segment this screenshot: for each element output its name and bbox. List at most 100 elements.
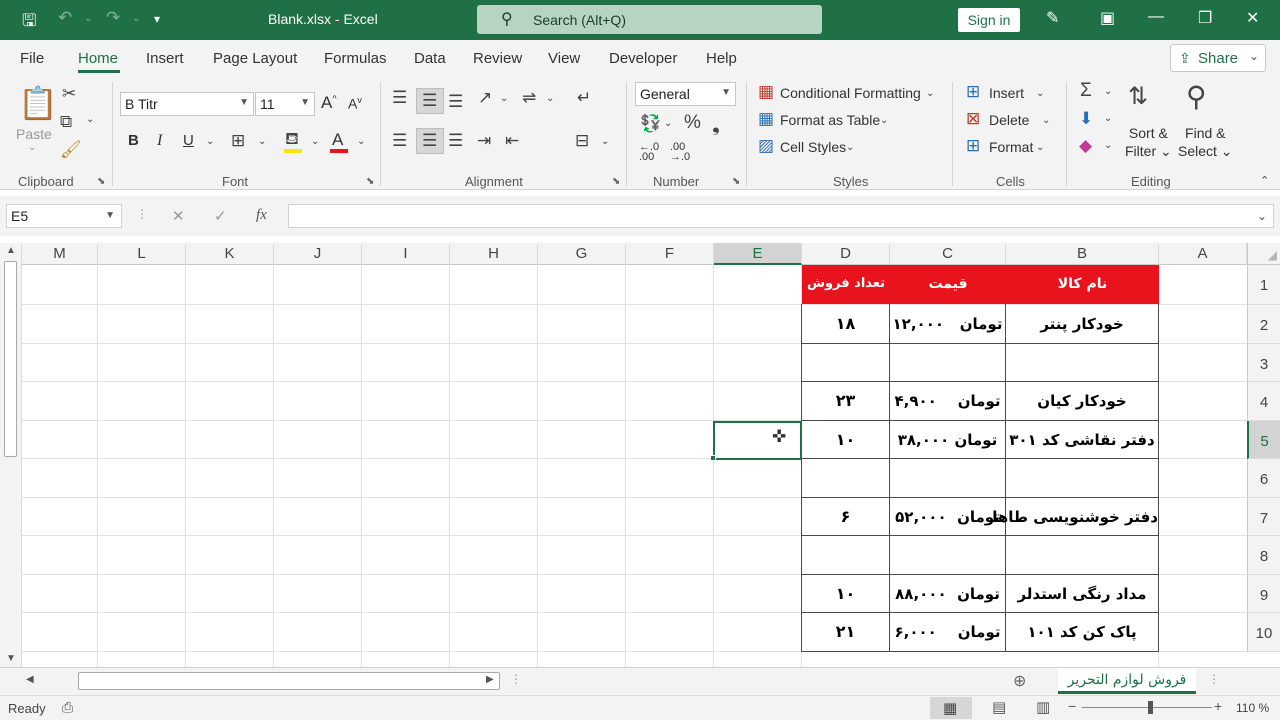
accounting-format-icon[interactable]: 💱 [640,114,661,134]
tab-formulas[interactable]: Formulas [324,50,387,67]
search-box[interactable]: ⚲ Search (Alt+Q) [477,5,822,34]
increase-decimal-icon[interactable]: ←.0.00 [639,142,659,163]
cell-c5[interactable]: تومان ۳۸,۰۰۰ [890,421,1005,458]
tab-page-layout[interactable]: Page Layout [213,50,297,67]
row-header-5[interactable]: 5 [1247,421,1280,459]
autosave-icon[interactable]: 🖫 [22,8,36,37]
share-button[interactable]: ⇪ Share ⌄ [1170,44,1266,72]
scroll-down-icon[interactable]: ▼ [6,653,16,664]
accounting-dropdown-icon[interactable]: ⌄ [664,118,672,129]
align-middle-button[interactable]: ☰ [416,88,444,114]
row-header-7[interactable]: 7 [1247,498,1280,536]
bold-button[interactable]: B [128,132,139,149]
format-dropdown-icon[interactable]: ⌄ [1036,142,1044,153]
clear-icon[interactable]: ◆ [1079,136,1092,156]
insert-function-icon[interactable]: fx [256,207,267,224]
horizontal-scroll-thumb[interactable] [78,672,500,690]
cell-d7[interactable]: ۶ [802,498,889,535]
row-header-9[interactable]: 9 [1247,575,1280,613]
cut-icon[interactable]: ✂ [62,84,76,104]
cell-d5[interactable]: ۱۰ [802,421,889,458]
cell-c2[interactable]: تومان ۱۲,۰۰۰ [890,305,1005,343]
fill-color-icon[interactable]: ⛾ [285,129,299,151]
column-header-f[interactable]: F [626,243,714,265]
sheet-tab-active[interactable]: فروش لوازم التحریر [1058,668,1196,694]
delete-cells-icon[interactable]: ⊠ [966,109,980,129]
font-color-dropdown-icon[interactable]: ⌄ [357,136,365,147]
vertical-scrollbar[interactable]: ▲ ▼ [0,243,22,667]
header-cell-price[interactable]: قیمت [890,265,1006,304]
cell-c10[interactable]: تومان ۶,۰۰۰ [890,613,1005,651]
column-header-l[interactable]: L [98,243,186,265]
clear-dropdown-icon[interactable]: ⌄ [1104,140,1112,151]
cell-d9[interactable]: ۱۰ [802,575,889,612]
column-header-k[interactable]: K [186,243,274,265]
spreadsheet-grid[interactable]: ◢ M L K J I H G F E D C B A 1 2 3 4 5 6 … [0,243,1280,667]
cell-b5[interactable]: دفتر نقاشی کد ۳۰۱ [1006,421,1158,458]
add-sheet-icon[interactable]: ⊕ [1013,671,1026,691]
page-break-view-icon[interactable]: ▥ [1036,698,1050,716]
tab-data[interactable]: Data [414,50,446,67]
text-direction-icon[interactable]: ⇌ [522,88,536,108]
zoom-out-icon[interactable]: − [1068,698,1076,714]
tab-view[interactable]: View [548,50,580,67]
cell-d2[interactable]: ۱۸ [802,305,889,343]
tab-help[interactable]: Help [706,50,737,67]
header-cell-name[interactable]: نام کالا [1006,265,1159,304]
row-header-3[interactable]: 3 [1247,344,1280,382]
cell-styles-button[interactable]: Cell Styles [780,139,846,155]
format-as-table-dropdown-icon[interactable]: ⌄ [880,115,888,126]
cell-d4[interactable]: ۲۳ [802,382,889,420]
row-header-8[interactable]: 8 [1247,536,1280,575]
select-all-corner[interactable]: ◢ [1247,243,1280,265]
cell-c4[interactable]: تومان ۴,۹۰۰ [890,382,1005,420]
header-cell-count[interactable]: تعداد فروش [802,265,890,304]
delete-dropdown-icon[interactable]: ⌄ [1042,115,1050,126]
zoom-in-icon[interactable]: + [1214,698,1222,714]
tab-developer[interactable]: Developer [609,50,677,67]
column-header-i[interactable]: I [362,243,450,265]
cell-b7[interactable]: دفتر خوشنویسی طاها [992,498,1158,535]
number-launcher-icon[interactable]: ⬊ [732,176,740,187]
sort-filter-icon[interactable]: ⇅ [1128,82,1148,111]
cell-d10[interactable]: ۲۱ [802,613,889,651]
orientation-dropdown-icon[interactable]: ⌄ [500,93,508,104]
cell-styles-icon[interactable]: ▨ [758,136,774,156]
row-header-6[interactable]: 6 [1247,459,1280,498]
cell-b9[interactable]: مداد رنگی استدلر [1006,575,1158,612]
sort-filter-button[interactable]: Sort & Filter ⌄ [1125,124,1172,160]
selected-cell-e5[interactable] [713,421,802,460]
merge-dropdown-icon[interactable]: ⌄ [601,136,609,147]
undo-dropdown-icon[interactable]: ⌄ [84,13,92,24]
cell-b10[interactable]: پاک کن کد ۱۰۱ [1006,613,1158,651]
borders-icon[interactable]: ⊞ [231,131,245,151]
column-header-d[interactable]: D [802,243,890,265]
cancel-icon[interactable]: ✕ [172,207,185,225]
normal-view-button[interactable]: ▦ [930,697,972,719]
align-top-icon[interactable]: ☰ [392,88,407,108]
column-header-h[interactable]: H [450,243,538,265]
number-format-combo[interactable]: General ▼ [635,82,736,106]
close-icon[interactable]: ✕ [1246,8,1259,28]
zoom-level[interactable]: 110 % [1236,701,1269,715]
cell-c7[interactable]: تومان ۵۲,۰۰۰ [890,498,1005,535]
percent-style-icon[interactable]: % [684,112,701,134]
ribbon-display-icon[interactable]: ▣ [1100,8,1115,28]
align-bottom-icon[interactable]: ☰ [448,92,463,112]
tab-review[interactable]: Review [473,50,522,67]
customize-toolbar-icon[interactable]: ▾ [154,12,160,26]
conditional-formatting-dropdown-icon[interactable]: ⌄ [926,88,934,99]
fill-dropdown-icon[interactable]: ⌄ [1104,113,1112,124]
sign-in-button[interactable]: Sign in [958,8,1020,32]
paste-dropdown-icon[interactable]: ⌄ [28,142,36,153]
fill-handle[interactable] [710,455,716,461]
vertical-scroll-thumb[interactable] [4,261,17,457]
italic-button[interactable]: I [157,132,162,150]
formula-input[interactable]: ⌄ [288,204,1274,228]
pen-icon[interactable]: ✎ [1046,8,1059,28]
comma-style-icon[interactable]: ❟ [712,112,720,136]
undo-icon[interactable]: ↶ [58,8,72,28]
page-layout-view-icon[interactable]: ▤ [992,698,1006,716]
scroll-right-icon[interactable]: ▶ [486,674,494,685]
shrink-font-button[interactable]: Av [348,95,362,112]
